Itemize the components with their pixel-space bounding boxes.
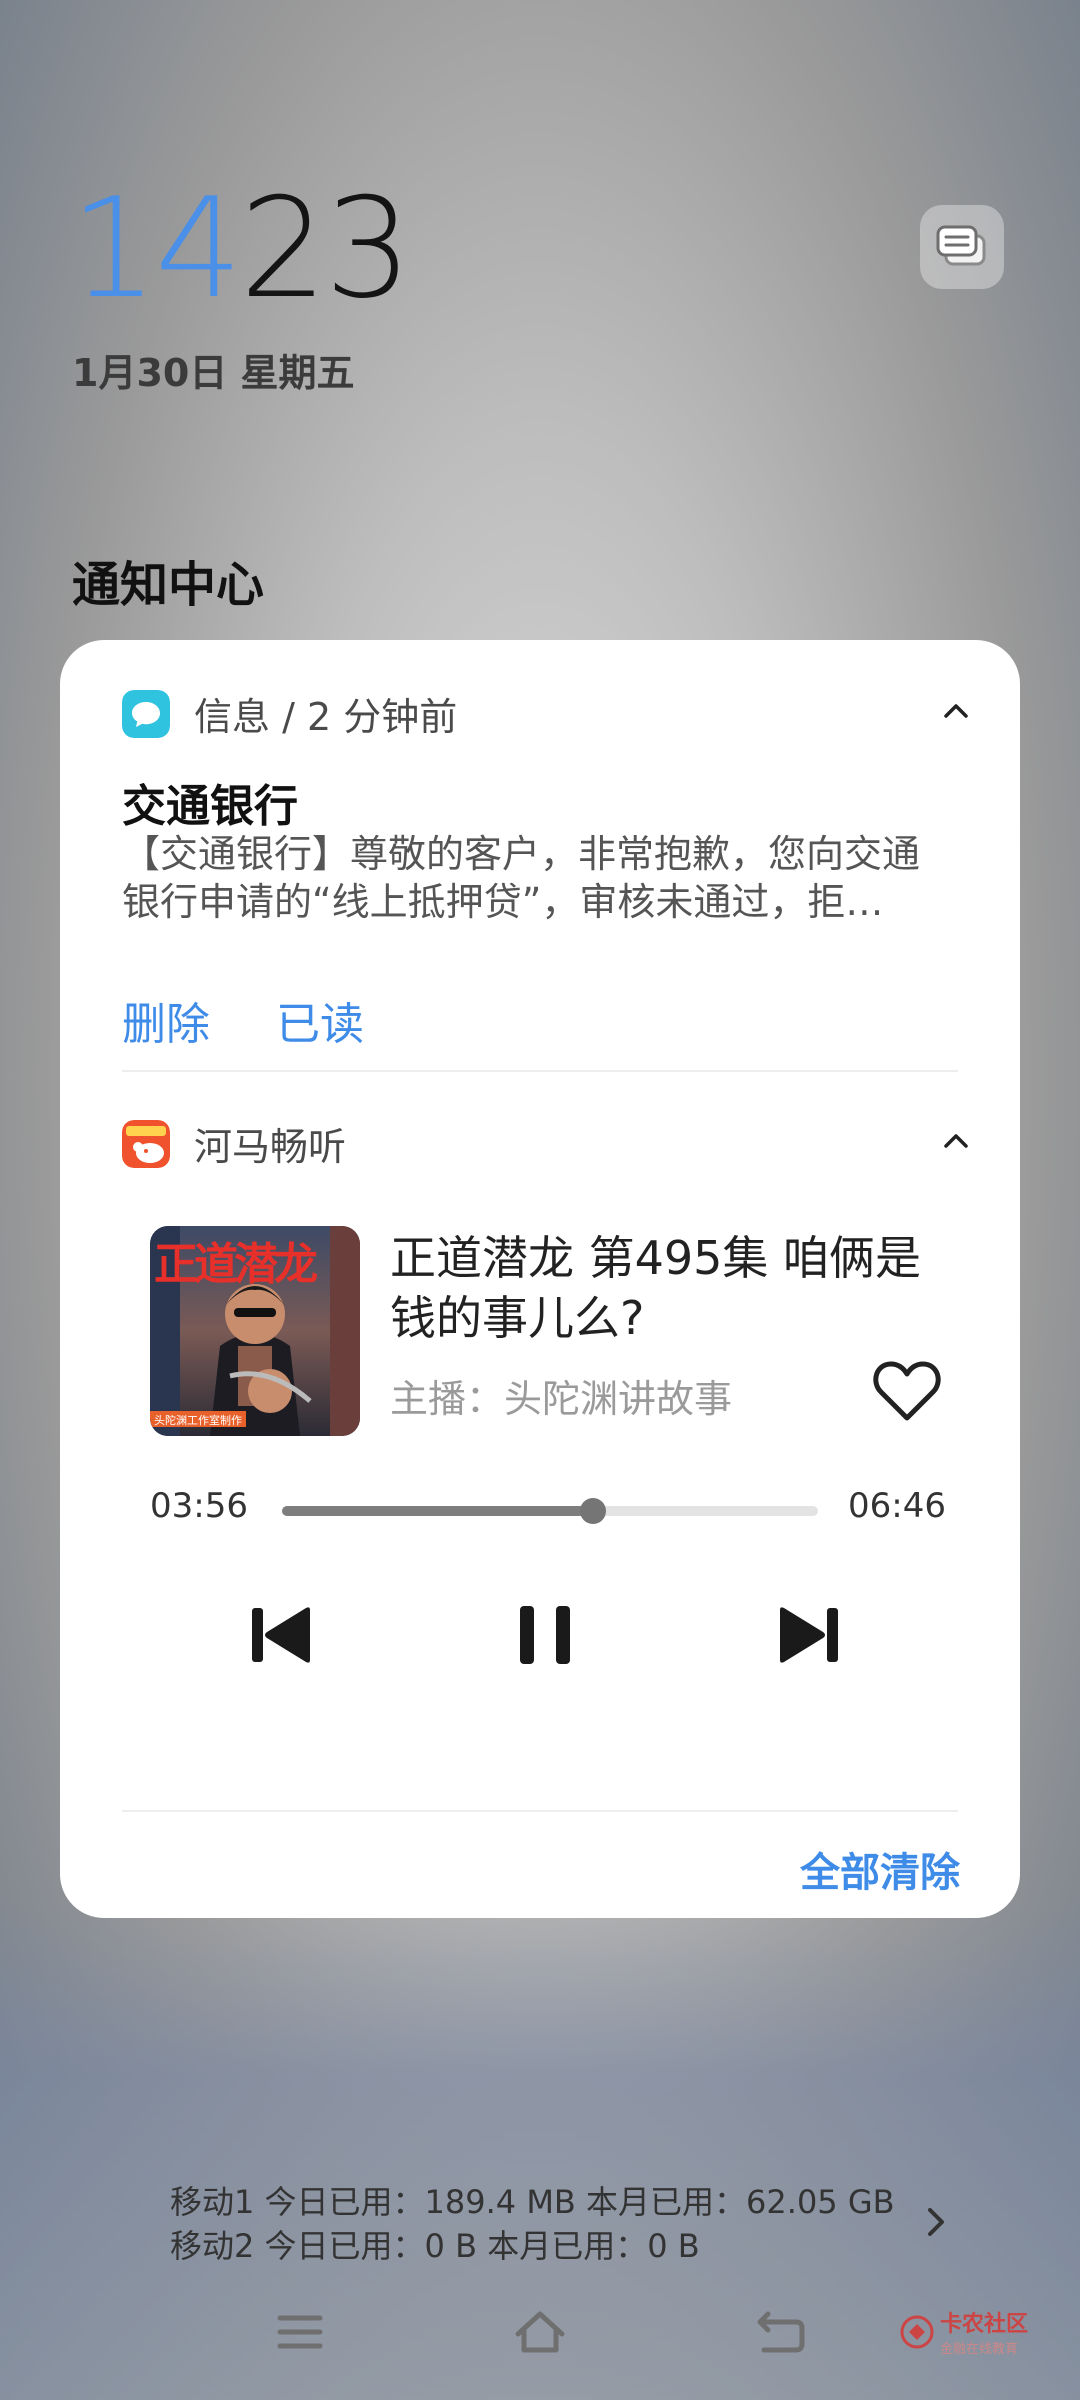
watermark-name: 卡农社区 (940, 2312, 1029, 2337)
lockscreen-clock: 1423 (70, 180, 412, 318)
heart-icon[interactable] (872, 1358, 942, 1424)
messages-app-icon (122, 689, 170, 738)
hema-app-icon (122, 1119, 170, 1168)
pause-icon[interactable] (510, 1600, 580, 1670)
media-app-name: 河马畅听 (194, 1125, 347, 1169)
menu-icon[interactable] (272, 2306, 328, 2358)
lockscreen-date: 1月30日 星期五 (72, 351, 355, 395)
track-title: 正道潜龙 第495集 咱俩是钱的事儿么? (390, 1231, 922, 1345)
notification-center-title: 通知中心 (72, 557, 265, 613)
elapsed-time: 03:56 (150, 1486, 248, 1526)
collapse-chevron-icon[interactable] (936, 1120, 976, 1160)
cover-caption: 头陀渊工作室制作 (154, 1414, 242, 1427)
total-duration: 06:46 (848, 1486, 946, 1526)
notification-card: 信息 / 2 分钟前 交通银行 【交通银行】尊敬的客户，非常抱歉，您向交通 银行… (60, 640, 1020, 1918)
back-icon[interactable] (752, 2306, 808, 2358)
next-track-icon[interactable] (774, 1600, 844, 1670)
sms-body[interactable]: 【交通银行】尊敬的客户，非常抱歉，您向交通 银行申请的“线上抵押贷”，审核未通过… (122, 830, 962, 926)
clock-hour: 14 (70, 168, 243, 329)
sms-app-name: 信息 (194, 695, 271, 739)
clock-minute: 23 (239, 168, 413, 329)
seek-bar[interactable] (282, 1498, 818, 1524)
media-header[interactable]: 河马畅听 (122, 1116, 346, 1171)
sms-body-line-1: 【交通银行】尊敬的客户，非常抱歉，您向交通 (122, 832, 921, 876)
watermark-subtitle: 金融在线教育 (940, 2342, 1019, 2357)
divider (122, 1070, 958, 1072)
album-cover[interactable]: 正道潜龙 头陀渊工作室制作 (150, 1226, 360, 1436)
watermark-logo-icon (900, 2315, 934, 2348)
notification-stack-button[interactable] (920, 205, 1004, 289)
stacked-cards-icon (936, 225, 986, 266)
clear-all-button[interactable]: 全部清除 (800, 1840, 960, 1898)
sms-title: 交通银行 (122, 781, 298, 832)
divider (122, 1810, 958, 1812)
seek-bar-fill (282, 1506, 593, 1516)
data-usage-sim1: 移动1 今日已用：189.4 MB 本月已用：62.05 GB (170, 2183, 895, 2221)
collapse-chevron-icon[interactable] (936, 690, 976, 730)
watermark: 卡农社区 金融在线教育 (900, 2306, 1028, 2357)
seek-bar-knob[interactable] (579, 1498, 606, 1524)
sms-body-line-2: 银行申请的“线上抵押贷”，审核未通过，拒… (122, 880, 884, 924)
sms-age: 2 分钟前 (307, 695, 458, 739)
mark-read-button[interactable]: 已读 (276, 988, 364, 1052)
chevron-right-icon[interactable] (924, 2204, 948, 2240)
sms-header[interactable]: 信息 / 2 分钟前 (122, 686, 457, 741)
delete-button[interactable]: 删除 (122, 988, 210, 1052)
track-host: 主播：头陀渊讲故事 (390, 1377, 733, 1421)
home-icon[interactable] (512, 2306, 568, 2358)
previous-track-icon[interactable] (246, 1600, 316, 1670)
cover-title: 正道潜龙 (154, 1239, 318, 1290)
data-usage-sim2: 移动2 今日已用：0 B 本月已用：0 B (170, 2227, 700, 2265)
header-separator: / (282, 695, 295, 739)
data-usage[interactable]: 移动1 今日已用：189.4 MB 本月已用：62.05 GB 移动2 今日已用… (170, 2180, 895, 2268)
